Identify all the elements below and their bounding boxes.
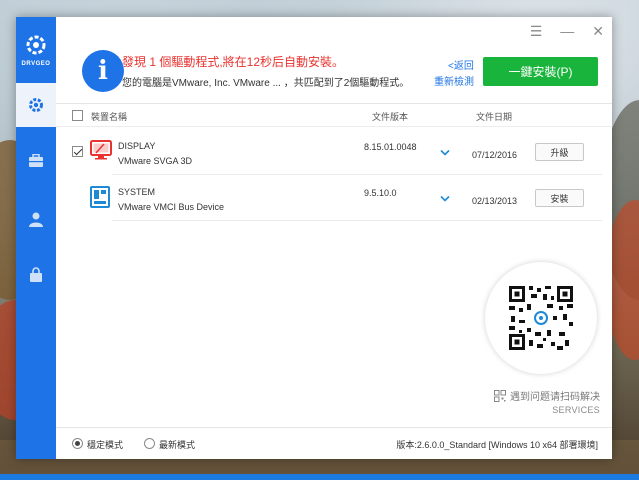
row-checkbox[interactable]: [72, 146, 83, 157]
one-click-install-button[interactable]: 一鍵安裝(P): [483, 57, 598, 86]
services-label: SERVICES: [552, 405, 600, 415]
device-category: SYSTEM: [118, 187, 156, 197]
logo-text: DRVGEO: [21, 61, 51, 67]
service-text: 遇到问题请扫码解决: [510, 392, 600, 403]
install-button[interactable]: 安裝: [535, 189, 584, 207]
column-device-name: 裝置名稱: [91, 112, 128, 122]
device-name: VMware SVGA 3D: [118, 156, 193, 166]
service-info: 遇到问题请扫码解决 SERVICES: [494, 388, 600, 415]
driver-installer-window: DRVGEO ☰ — ✕ i 發現 1 個驅動程式,將在12秒后自動安裝。 您的…: [16, 17, 612, 459]
footer: 穩定模式 最新模式 版本:2.6.0.0_Standard [Windows 1…: [56, 427, 612, 459]
stable-mode-radio[interactable]: [72, 438, 83, 449]
sidebar-item-user[interactable]: [16, 197, 56, 241]
latest-mode-radio[interactable]: [144, 438, 155, 449]
chevron-down-icon[interactable]: [440, 149, 450, 157]
system-board-icon: [90, 186, 110, 208]
header: i 發現 1 個驅動程式,將在12秒后自動安裝。 您的電腦是VMware, In…: [56, 17, 612, 103]
sidebar-item-lock[interactable]: [16, 253, 56, 297]
table-row: SYSTEM VMware VMCI Bus Device 9.5.10.0 0…: [56, 175, 612, 221]
taskbar-strip: [0, 474, 639, 480]
detection-message: 發現 1 個驅動程式,將在12秒后自動安裝。: [122, 55, 345, 69]
file-date: 02/13/2013: [472, 196, 518, 206]
rescan-link[interactable]: 重新檢測: [434, 73, 474, 88]
select-all-checkbox[interactable]: [72, 110, 83, 121]
qr-code: [507, 284, 575, 352]
latest-mode-label[interactable]: 最新模式: [159, 438, 195, 451]
version-info: 版本:2.6.0.0_Standard [Windows 10 x64 部署環境…: [396, 440, 598, 450]
detection-subtitle: 您的電腦是VMware, Inc. VMware ... ，共匹配到了2個驅動程…: [122, 78, 410, 89]
user-icon: [29, 212, 43, 227]
table-row: DISPLAY VMware SVGA 3D 8.15.01.0048 07/1…: [56, 129, 612, 175]
column-file-date: 文件日期: [476, 112, 513, 122]
file-version: 8.15.01.0048: [364, 142, 417, 152]
logo-gear-icon: [26, 35, 46, 55]
toolbox-icon: [29, 154, 43, 167]
device-category: DISPLAY: [118, 141, 156, 151]
app-logo: DRVGEO: [16, 17, 56, 79]
stable-mode-label[interactable]: 穩定模式: [87, 438, 123, 451]
row-divider: [112, 220, 602, 221]
column-file-version: 文件版本: [372, 112, 409, 122]
sidebar-item-toolbox[interactable]: [16, 139, 56, 183]
file-version: 9.5.10.0: [364, 188, 397, 198]
qr-code-circle: [485, 262, 597, 374]
display-icon: [90, 140, 112, 160]
upgrade-button[interactable]: 升級: [535, 143, 584, 161]
table-header: 裝置名稱 文件版本 文件日期: [56, 103, 612, 127]
lock-bag-icon: [30, 267, 42, 282]
file-date: 07/12/2016: [472, 150, 518, 160]
chevron-down-icon[interactable]: [440, 195, 450, 203]
sidebar: DRVGEO: [16, 17, 56, 459]
sidebar-item-settings[interactable]: [16, 83, 56, 127]
gear-icon: [29, 98, 43, 112]
info-icon: i: [82, 50, 124, 92]
main-panel: ☰ — ✕ i 發現 1 個驅動程式,將在12秒后自動安裝。 您的電腦是VMwa…: [56, 17, 612, 459]
device-name: VMware VMCI Bus Device: [118, 202, 225, 212]
qr-scan-icon: [494, 389, 506, 402]
back-link[interactable]: <返回: [448, 57, 474, 72]
